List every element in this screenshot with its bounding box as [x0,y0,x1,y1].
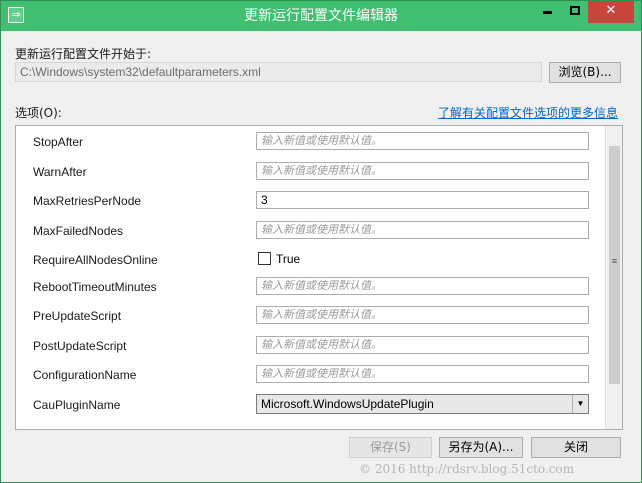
start-path-label: 更新运行配置文件开始于: [15,47,152,61]
watermark: © 2016 http://rdsrv.blog.51cto.com [359,462,575,476]
close-icon: ✕ [605,3,617,18]
option-row-maxretriespernode: MaxRetriesPerNode 3 [16,187,604,216]
option-name: RebootTimeoutMinutes [33,280,157,294]
option-name: MaxRetriesPerNode [33,194,142,208]
option-name: PostUpdateScript [33,339,127,353]
placeholder-text: 输入新值或使用默认值。 [261,223,382,236]
profile-path-field: C:\Windows\system32\defaultparameters.xm… [15,62,542,82]
title-bar[interactable]: ⇒ 更新运行配置文件编辑器 ✕ [1,1,641,31]
option-row-requireallnodesonline: RequireAllNodesOnline True [16,246,604,275]
placeholder-text: 输入新值或使用默认值。 [261,367,382,380]
reboottimeoutminutes-input[interactable]: 输入新值或使用默认值。 [256,277,589,295]
close-window-button[interactable]: ✕ [588,1,634,23]
options-label: 选项(O): [15,106,62,120]
requireallnodesonline-checkbox[interactable] [258,252,271,265]
postupdatescript-input[interactable]: 输入新值或使用默认值。 [256,336,589,354]
minimize-icon [543,11,552,14]
caupluginname-select[interactable]: Microsoft.WindowsUpdatePlugin ▼ [256,394,589,414]
select-value: Microsoft.WindowsUpdatePlugin [261,397,434,411]
option-name: ConfigurationName [33,368,137,382]
more-info-link[interactable]: 了解有关配置文件选项的更多信息 [438,104,618,121]
option-row-preupdatescript: PreUpdateScript 输入新值或使用默认值。 [16,302,604,331]
option-name: MaxFailedNodes [33,224,124,238]
placeholder-text: 输入新值或使用默认值。 [261,338,382,351]
placeholder-text: 输入新值或使用默认值。 [261,134,382,147]
placeholder-text: 输入新值或使用默认值。 [261,164,382,177]
scrollbar-thumb[interactable]: ≡ [609,146,620,384]
preupdatescript-input[interactable]: 输入新值或使用默认值。 [256,306,589,324]
input-value: 3 [261,193,268,207]
dialog-window: ⇒ 更新运行配置文件编辑器 ✕ 更新运行配置文件开始于: C:\Windows\… [0,0,642,483]
option-name: WarnAfter [33,165,87,179]
dropdown-arrow-icon[interactable]: ▼ [572,395,588,413]
stopafter-input[interactable]: 输入新值或使用默认值。 [256,132,589,150]
option-name: StopAfter [33,135,84,149]
vertical-scrollbar[interactable]: ≡ [605,126,622,429]
option-row-stopafter: StopAfter 输入新值或使用默认值。 [16,128,604,157]
configurationname-input[interactable]: 输入新值或使用默认值。 [256,365,589,383]
option-row-warnafter: WarnAfter 输入新值或使用默认值。 [16,158,604,187]
maximize-icon [569,6,580,15]
option-row-reboottimeoutminutes: RebootTimeoutMinutes 输入新值或使用默认值。 [16,273,604,302]
maxfailednodes-input[interactable]: 输入新值或使用默认值。 [256,221,589,239]
placeholder-text: 输入新值或使用默认值。 [261,308,382,321]
option-row-configurationname: ConfigurationName 输入新值或使用默认值。 [16,361,604,390]
maxretriespernode-input[interactable]: 3 [256,191,589,209]
save-as-button[interactable]: 另存为(A)... [439,437,523,458]
warnafter-input[interactable]: 输入新值或使用默认值。 [256,162,589,180]
browse-button[interactable]: 浏览(B)... [549,62,621,83]
grip-icon: ≡ [611,256,618,266]
option-row-maxfailednodes: MaxFailedNodes 输入新值或使用默认值。 [16,217,604,246]
maximize-button[interactable] [561,1,588,23]
option-row-caupluginname: CauPluginName Microsoft.WindowsUpdatePlu… [16,391,604,420]
options-panel: StopAfter 输入新值或使用默认值。 WarnAfter 输入新值或使用默… [15,125,623,430]
option-row-postupdatescript: PostUpdateScript 输入新值或使用默认值。 [16,332,604,361]
placeholder-text: 输入新值或使用默认值。 [261,279,382,292]
close-button[interactable]: 关闭 [531,437,621,458]
save-button[interactable]: 保存(S) [349,437,432,458]
option-name: PreUpdateScript [33,309,122,323]
option-name: RequireAllNodesOnline [33,253,158,267]
option-name: CauPluginName [33,398,121,412]
checkbox-label: True [276,252,301,266]
minimize-button[interactable] [534,1,561,23]
